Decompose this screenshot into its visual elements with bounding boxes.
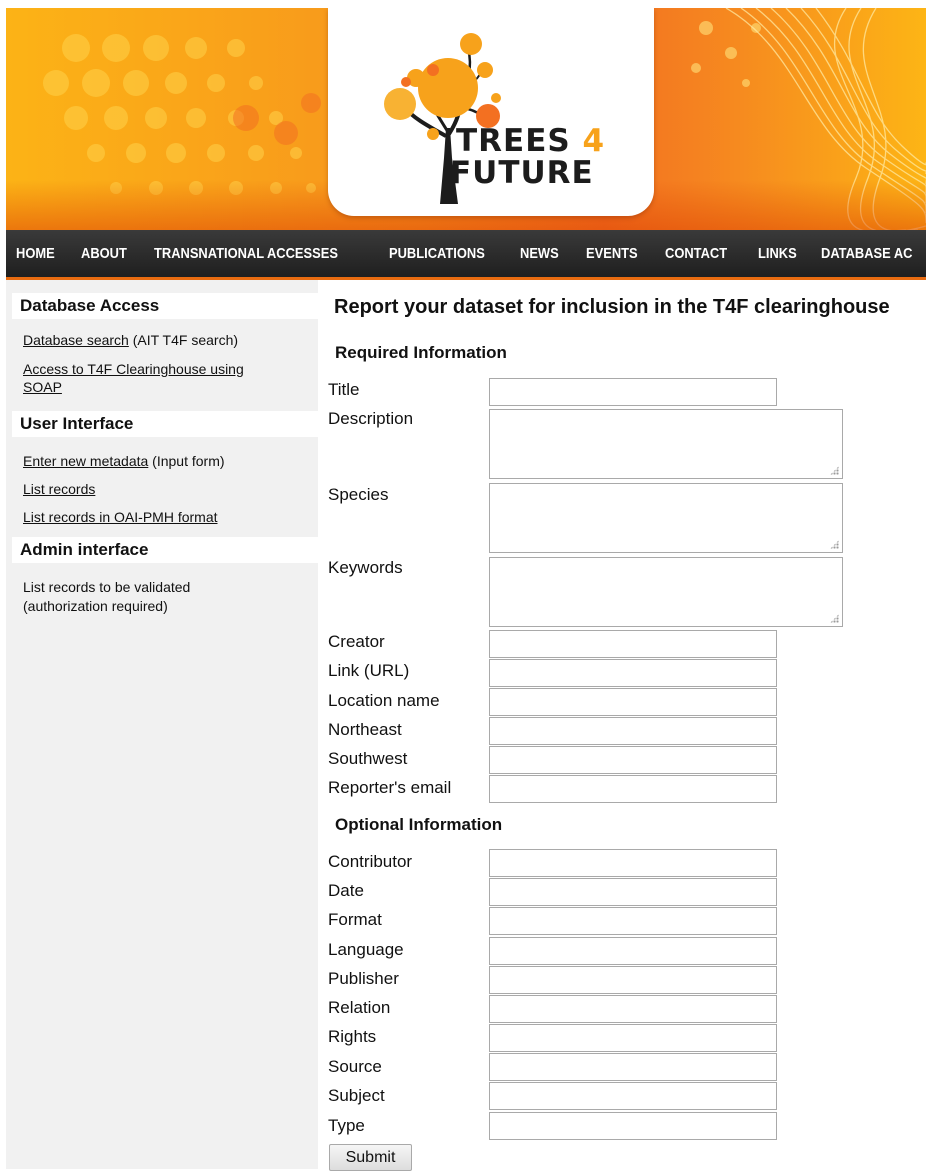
link-url-label: Link (URL)	[328, 661, 410, 680]
sidebar-heading-database-access: Database Access	[12, 293, 318, 319]
relation-input[interactable]	[489, 995, 777, 1023]
southwest-label: Southwest	[328, 749, 408, 768]
subject-label: Subject	[328, 1086, 385, 1105]
date-label: Date	[328, 881, 364, 900]
sidebar-item-enter-metadata: Enter new metadata (Input form)	[23, 452, 225, 470]
page-title: Report your dataset for inclusion in the…	[334, 296, 890, 318]
northeast-input[interactable]	[489, 717, 777, 745]
submit-button[interactable]: Submit	[329, 1144, 412, 1171]
format-label: Format	[328, 910, 382, 929]
nav-news[interactable]: NEWS	[520, 245, 559, 263]
enter-metadata-note: (Input form)	[148, 453, 225, 469]
nav-home[interactable]: HOME	[16, 245, 55, 263]
list-oai-link[interactable]: List records in OAI-PMH format	[23, 509, 218, 525]
sidebar-item-soap-access-continued: SOAP	[23, 378, 62, 396]
keywords-textarea[interactable]	[489, 557, 843, 627]
sidebar-admin-text-line2: (authorization required)	[23, 598, 168, 614]
link-url-input[interactable]	[489, 659, 777, 687]
type-input[interactable]	[489, 1112, 777, 1140]
main-navigation: HOME ABOUT TRANSNATIONAL ACCESSES PUBLIC…	[6, 230, 926, 280]
southwest-input[interactable]	[489, 746, 777, 774]
site-logo[interactable]: TREES 4 FUTURE	[328, 8, 654, 216]
sidebar: Database Access Database search (AIT T4F…	[6, 280, 318, 1169]
source-label: Source	[328, 1057, 382, 1076]
title-input[interactable]	[489, 378, 777, 406]
nav-links[interactable]: LINKS	[758, 245, 797, 263]
contributor-input[interactable]	[489, 849, 777, 877]
description-label: Description	[328, 409, 414, 428]
logo-text-line1: TREES 4	[456, 123, 606, 159]
sidebar-item-soap-access: Access to T4F Clearinghouse using	[23, 360, 244, 378]
sidebar-heading-user-interface: User Interface	[12, 411, 318, 437]
database-search-note: (AIT T4F search)	[128, 332, 239, 348]
format-input[interactable]	[489, 907, 777, 935]
publisher-input[interactable]	[489, 966, 777, 994]
sidebar-item-list-records: List records	[23, 480, 95, 498]
northeast-label: Northeast	[328, 720, 402, 739]
sidebar-item-list-oai: List records in OAI-PMH format	[23, 508, 218, 526]
date-input[interactable]	[489, 878, 777, 906]
sidebar-item-database-search: Database search (AIT T4F search)	[23, 331, 238, 349]
reporter-email-input[interactable]	[489, 775, 777, 803]
creator-input[interactable]	[489, 630, 777, 658]
reporter-email-label: Reporter's email	[328, 778, 452, 797]
soap-access-link[interactable]: Access to T4F Clearinghouse using	[23, 361, 244, 377]
description-textarea[interactable]	[489, 409, 843, 479]
language-label: Language	[328, 940, 404, 959]
nav-publications[interactable]: PUBLICATIONS	[389, 245, 485, 263]
sidebar-heading-admin-interface: Admin interface	[12, 537, 318, 563]
nav-contact[interactable]: CONTACT	[665, 245, 727, 263]
publisher-label: Publisher	[328, 969, 399, 988]
nav-database-access[interactable]: DATABASE AC	[821, 245, 912, 263]
nav-transnational-accesses[interactable]: TRANSNATIONAL ACCESSES	[154, 245, 338, 263]
location-name-input[interactable]	[489, 688, 777, 716]
rights-input[interactable]	[489, 1024, 777, 1052]
site-header: TREES 4 FUTURE	[6, 8, 926, 230]
location-name-label: Location name	[328, 691, 440, 710]
nav-about[interactable]: ABOUT	[81, 245, 127, 263]
rights-label: Rights	[328, 1027, 377, 1046]
nav-events[interactable]: EVENTS	[586, 245, 638, 263]
species-textarea[interactable]	[489, 483, 843, 553]
source-input[interactable]	[489, 1053, 777, 1081]
required-information-heading: Required Information	[335, 343, 507, 362]
logo-text-line2: FUTURE	[450, 155, 594, 191]
contributor-label: Contributor	[328, 852, 413, 871]
soap-access-link-continued[interactable]: SOAP	[23, 379, 62, 395]
optional-information-heading: Optional Information	[335, 815, 503, 834]
relation-label: Relation	[328, 998, 391, 1017]
sidebar-admin-text-line1: List records to be validated	[23, 579, 191, 595]
creator-label: Creator	[328, 632, 385, 651]
list-records-link[interactable]: List records	[23, 481, 95, 497]
title-label: Title	[328, 380, 360, 399]
language-input[interactable]	[489, 937, 777, 965]
database-search-link[interactable]: Database search	[23, 332, 129, 348]
species-label: Species	[328, 485, 389, 504]
type-label: Type	[328, 1116, 365, 1135]
enter-metadata-link[interactable]: Enter new metadata	[23, 453, 148, 469]
subject-input[interactable]	[489, 1082, 777, 1110]
keywords-label: Keywords	[328, 558, 403, 577]
